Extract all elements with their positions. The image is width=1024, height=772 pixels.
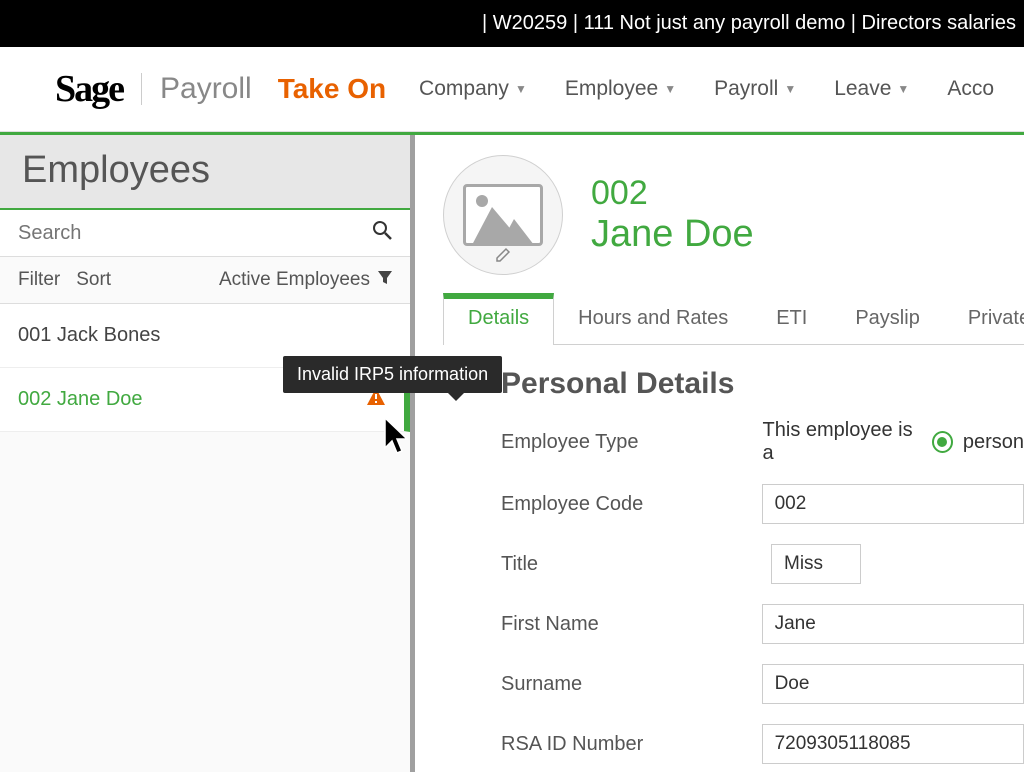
funnel-icon — [378, 271, 392, 290]
label-first-name: First Name — [501, 613, 762, 636]
search-row — [0, 210, 410, 257]
type-prefix: This employee is a — [763, 419, 922, 465]
tab-private-ra[interactable]: Private RA — [944, 293, 1024, 344]
filter-button[interactable]: Filter — [18, 269, 60, 291]
nav-payroll[interactable]: Payroll▼ — [714, 77, 796, 101]
employee-type-value: This employee is a person — [763, 419, 1024, 465]
nav-company[interactable]: Company▼ — [419, 77, 527, 101]
label-employee-code: Employee Code — [501, 493, 762, 516]
logo-group: Sage Payroll Take On — [55, 67, 386, 111]
image-placeholder-icon — [463, 184, 543, 246]
logo-divider — [141, 73, 142, 105]
tab-hours[interactable]: Hours and Rates — [554, 293, 752, 344]
label-rsa-id: RSA ID Number — [501, 733, 762, 756]
active-filter[interactable]: Active Employees — [219, 269, 392, 291]
radio-person[interactable] — [932, 431, 953, 453]
chevron-down-icon: ▼ — [515, 82, 527, 96]
avatar[interactable] — [443, 155, 563, 275]
type-suffix: person — [963, 431, 1024, 454]
nav-account[interactable]: Acco — [947, 77, 994, 101]
sage-logo: Sage — [55, 67, 123, 111]
chevron-down-icon: ▼ — [664, 82, 676, 96]
input-surname[interactable] — [762, 664, 1024, 704]
chevron-down-icon: ▼ — [784, 82, 796, 96]
employee-code-heading: 002 — [591, 174, 754, 213]
tab-eti[interactable]: ETI — [752, 293, 831, 344]
employee-item-label: 002 Jane Doe — [18, 388, 143, 410]
context-text: | W20259 | 111 Not just any payroll demo… — [482, 12, 1016, 35]
input-rsa-id[interactable] — [762, 724, 1024, 764]
section-title: Personal Details — [501, 367, 1024, 401]
sort-button[interactable]: Sort — [76, 269, 111, 291]
validation-tooltip: Invalid IRP5 information — [283, 356, 502, 393]
input-first-name[interactable] — [762, 604, 1024, 644]
cursor-icon — [383, 416, 413, 463]
main-nav: Company▼ Employee▼ Payroll▼ Leave▼ Acco — [419, 77, 994, 101]
employee-item-label: 001 Jack Bones — [18, 324, 160, 346]
label-employee-type: Employee Type — [501, 431, 763, 454]
label-surname: Surname — [501, 673, 762, 696]
active-filter-label: Active Employees — [219, 269, 370, 291]
tab-details[interactable]: Details — [443, 293, 554, 345]
search-icon[interactable] — [372, 220, 392, 246]
input-title[interactable] — [771, 544, 861, 584]
chevron-down-icon: ▼ — [897, 82, 909, 96]
product-name: Payroll — [160, 72, 252, 106]
personal-details-form: Employee Type This employee is a person … — [501, 419, 1024, 772]
employee-name-block: 002 Jane Doe — [591, 174, 754, 256]
tab-payslip[interactable]: Payslip — [831, 293, 943, 344]
app-header: Sage Payroll Take On Company▼ Employee▼ … — [0, 47, 1024, 132]
input-employee-code[interactable] — [762, 484, 1024, 524]
nav-employee[interactable]: Employee▼ — [565, 77, 676, 101]
context-bar: | W20259 | 111 Not just any payroll demo… — [0, 0, 1024, 47]
filter-row: Filter Sort Active Employees — [0, 257, 410, 304]
content-area: Employees Filter Sort Active Employees 0… — [0, 132, 1024, 772]
employee-tabs: Details Hours and Rates ETI Payslip Priv… — [443, 293, 1024, 345]
employee-main: 002 Jane Doe Details Hours and Rates ETI… — [415, 135, 1024, 772]
employee-header: 002 Jane Doe — [443, 155, 1024, 275]
employee-name-heading: Jane Doe — [591, 213, 754, 256]
employee-sidebar: Employees Filter Sort Active Employees 0… — [0, 135, 415, 772]
search-input[interactable] — [18, 222, 372, 245]
nav-leave[interactable]: Leave▼ — [834, 77, 909, 101]
sidebar-title: Employees — [0, 135, 410, 210]
label-title: Title — [501, 553, 771, 576]
pencil-icon — [495, 247, 511, 268]
mode-label: Take On — [278, 73, 386, 105]
